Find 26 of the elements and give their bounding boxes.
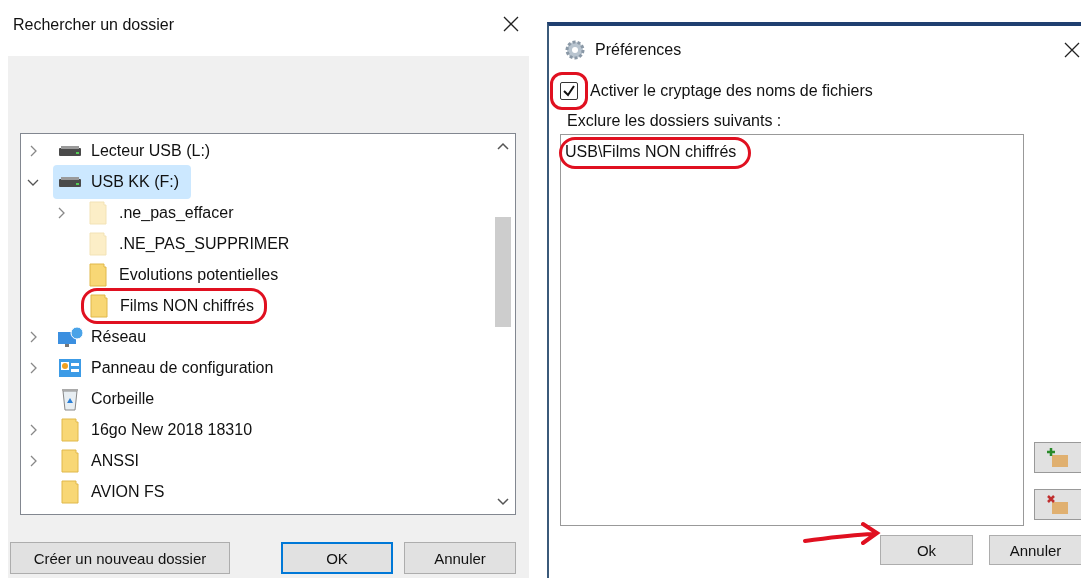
close-icon[interactable]	[1064, 42, 1080, 58]
scrollbar-thumb[interactable]	[495, 217, 511, 327]
drive-icon	[57, 175, 83, 188]
drive-icon	[57, 144, 83, 157]
control-panel-icon	[57, 357, 83, 378]
close-icon[interactable]	[503, 16, 519, 32]
add-folder-button[interactable]	[1034, 442, 1081, 473]
tree-item[interactable]: Films NON chiffrés	[81, 287, 267, 324]
gear-icon	[565, 40, 585, 60]
window-title: Rechercher un dossier	[13, 16, 174, 34]
list-item[interactable]: USB\Films NON chiffrés	[559, 137, 752, 169]
ok-button[interactable]: Ok	[880, 535, 973, 565]
remove-folder-button[interactable]	[1034, 489, 1081, 520]
ok-button[interactable]: OK	[281, 542, 393, 574]
network-icon	[57, 325, 83, 348]
scroll-up-icon[interactable]	[497, 142, 509, 150]
remove-folder-icon	[1046, 493, 1070, 516]
checkbox-label[interactable]: Activer le cryptage des noms de fichiers	[590, 82, 873, 100]
new-folder-button[interactable]: Créer un nouveau dossier	[10, 542, 230, 574]
tree-item[interactable]: USB KK (F:)	[53, 164, 191, 199]
window-title: Préférences	[595, 41, 683, 59]
cancel-button[interactable]: Annuler	[989, 535, 1081, 565]
cancel-button[interactable]: Annuler	[404, 542, 516, 574]
exclude-label: Exclure les dossiers suivants :	[567, 112, 783, 130]
add-folder-icon	[1046, 446, 1070, 469]
scroll-down-icon[interactable]	[497, 498, 509, 506]
